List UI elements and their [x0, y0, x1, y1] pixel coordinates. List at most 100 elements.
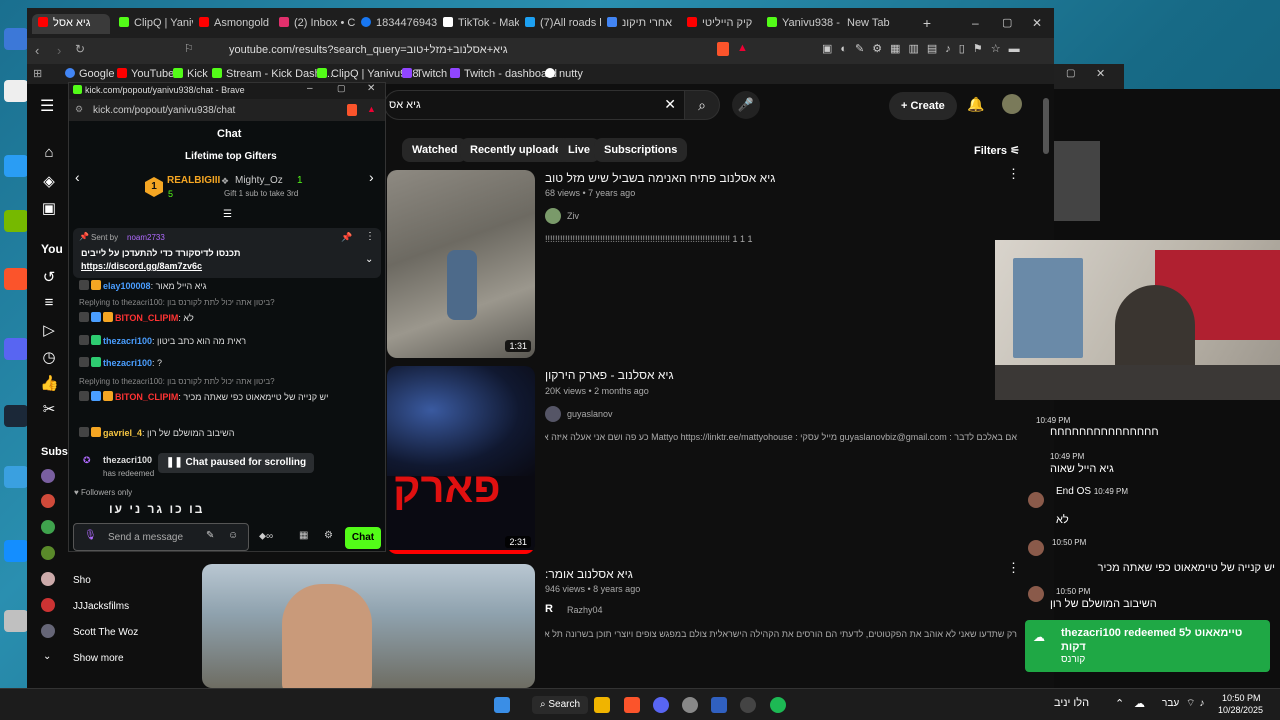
bookmark-nutty[interactable]: nutty — [545, 68, 583, 80]
pinned-sender[interactable]: noam2733 — [127, 233, 165, 242]
more-options-icon[interactable]: ⋮ — [1007, 560, 1020, 576]
chip-subscriptions[interactable]: Subscriptions — [594, 138, 688, 162]
discord-icon[interactable] — [653, 697, 669, 713]
watch-later-icon[interactable]: ◷ — [40, 348, 58, 366]
chevron-right-icon[interactable]: › — [369, 169, 374, 185]
history-icon[interactable]: ↺ — [40, 268, 58, 286]
channel-avatar[interactable] — [545, 406, 561, 422]
tab-9[interactable]: Yanivu938 - — [763, 14, 843, 34]
chat-paused-button[interactable]: ❚❚ Chat paused for scrolling — [158, 453, 315, 473]
bookmark-icon[interactable]: ⚐ — [184, 42, 194, 55]
channel-name[interactable]: guyaslanov — [567, 409, 613, 419]
extension-icons[interactable]: ▣◐✎⚙▦▥▤♪▯⚑☆▬ — [822, 42, 1028, 55]
desktop-icon-edge[interactable] — [4, 155, 28, 177]
send-message-input[interactable]: 🎙 Send a message ✎ ☺ — [73, 523, 249, 551]
hamburger-menu-icon[interactable]: ☰ — [40, 96, 54, 116]
brave-shields-icon[interactable] — [347, 104, 357, 116]
bookmark-twitch[interactable]: Twitch — [402, 68, 447, 80]
clock-date[interactable]: 10/28/2025 — [1218, 705, 1263, 715]
reload-icon[interactable]: ↻ — [75, 42, 85, 56]
chat-username[interactable]: gavriel_4 — [103, 428, 142, 438]
emoji-icon[interactable]: ☺ — [228, 530, 238, 541]
new-tab-button[interactable]: + — [919, 14, 935, 34]
brave-rewards-icon[interactable]: ▲ — [367, 104, 376, 114]
video-title[interactable]: גיא אסלנוב - פארק הירקון — [545, 368, 674, 382]
tab-7[interactable]: אחרי תיקונ — [603, 14, 683, 34]
bookmark-kick[interactable]: Kick — [173, 68, 208, 80]
desktop-icon-hoyoplay[interactable] — [4, 466, 28, 488]
scrollbar[interactable] — [1043, 98, 1049, 154]
channel-name[interactable]: Scott The Woz — [73, 627, 138, 638]
app-icon[interactable] — [711, 697, 727, 713]
brave-icon[interactable] — [624, 697, 640, 713]
app-icon[interactable] — [682, 697, 698, 713]
settings-gear-icon[interactable]: ⚙ — [324, 530, 333, 541]
minimize-button[interactable]: – — [307, 83, 313, 94]
channel-avatar[interactable] — [41, 520, 55, 534]
tab-8[interactable]: קיק הייליטי — [683, 14, 763, 34]
chevron-down-icon[interactable]: ⌄ — [365, 254, 373, 265]
video-thumbnail[interactable]: 1:31 — [387, 170, 535, 358]
language-indicator[interactable]: עבר — [1162, 698, 1179, 709]
obs-icon[interactable] — [740, 697, 756, 713]
home-icon[interactable]: ⌂ — [40, 144, 58, 162]
channel-name[interactable]: Sho — [73, 575, 91, 586]
chevron-down-icon[interactable]: ⌄ — [43, 651, 51, 662]
tab-0[interactable]: גיא אסל — [32, 14, 110, 34]
unpin-icon[interactable]: 📌 — [341, 232, 352, 243]
forward-icon[interactable]: › — [57, 43, 61, 58]
show-more-link[interactable]: Show more — [73, 653, 124, 664]
channel-avatar[interactable] — [41, 624, 55, 638]
maximize-button[interactable]: ▢ — [1066, 68, 1075, 79]
gifter-name[interactable]: REALBIGIII — [167, 175, 220, 186]
spotify-icon[interactable] — [770, 697, 786, 713]
pinned-link[interactable]: https://discord.gg/8am7zv6c — [81, 261, 202, 271]
tab-4[interactable]: 1834476943 — [357, 14, 437, 34]
back-icon[interactable]: ‹ — [35, 43, 39, 58]
redeem-username[interactable]: thezacri100 — [103, 455, 152, 465]
notifications-bell-icon[interactable]: 🔔 — [967, 96, 984, 113]
channel-avatar[interactable] — [41, 469, 55, 483]
search-input[interactable]: גיא אס ✕ — [384, 90, 684, 120]
chat-send-button[interactable]: Chat — [345, 527, 381, 549]
your-videos-icon[interactable]: ▷ — [40, 321, 58, 339]
maximize-button[interactable]: ▢ — [337, 83, 346, 94]
tab-3[interactable]: (2) Inbox • Ch — [275, 14, 355, 34]
clock-time[interactable]: 10:50 PM — [1222, 693, 1261, 703]
tab-2[interactable]: Asmongold — [195, 14, 273, 34]
url-field[interactable]: youtube.com/results?search_query=גיא+אסל… — [229, 44, 649, 56]
video-title[interactable]: גיא אסלנוב אומר: — [545, 567, 633, 581]
close-button[interactable]: ✕ — [1032, 14, 1046, 34]
tab-5[interactable]: TikTok - Mak — [439, 14, 519, 34]
file-explorer-icon[interactable] — [594, 697, 610, 713]
chevron-left-icon[interactable]: ‹ — [75, 169, 80, 185]
minimize-button[interactable]: – — [972, 14, 986, 34]
create-button[interactable]: + Create — [889, 92, 957, 120]
channel-logo-icon[interactable]: R — [545, 603, 553, 615]
desktop-icon-battlenet[interactable] — [4, 540, 28, 562]
channel-avatar[interactable] — [41, 546, 55, 560]
subscriptions-icon[interactable]: ▣ — [40, 199, 58, 217]
more-options-icon[interactable]: ⋮ — [1007, 166, 1020, 182]
bookmark-twitch-dashboard[interactable]: Twitch - dashboard — [450, 68, 557, 80]
gifter-name[interactable]: Mighty_Oz — [235, 175, 283, 186]
more-options-icon[interactable]: ⋮ — [365, 231, 375, 242]
points-icon[interactable]: ⬥∞ — [259, 531, 273, 542]
mic-icon[interactable]: 🎙 — [84, 530, 97, 541]
voice-search-button[interactable]: 🎤 — [732, 91, 760, 119]
brave-shields-icon[interactable] — [717, 42, 729, 56]
video-title[interactable]: גיא אסלנוב פתיח האנימה בשביל שיש מזל טוב — [545, 171, 775, 185]
desktop-icon-recycle-bin[interactable] — [4, 610, 28, 632]
bookmark-google[interactable]: Google — [65, 68, 114, 80]
channel-name[interactable]: JJJacksfilms — [73, 601, 129, 612]
apps-grid-icon[interactable]: ⊞ — [33, 67, 42, 80]
clear-search-icon[interactable]: ✕ — [664, 96, 676, 113]
taskbar-widget-text[interactable]: הלו יניב — [1054, 697, 1089, 709]
desktop-icon-nvidia[interactable] — [4, 210, 28, 232]
desktop-icon-steam[interactable] — [4, 405, 28, 427]
desktop-icon-brave[interactable] — [4, 268, 28, 290]
bookmark-youtube[interactable]: YouTube — [117, 68, 174, 80]
channel-avatar[interactable] — [545, 208, 561, 224]
translate-icon[interactable]: ✎ — [206, 530, 214, 541]
avatar[interactable] — [1002, 94, 1022, 114]
